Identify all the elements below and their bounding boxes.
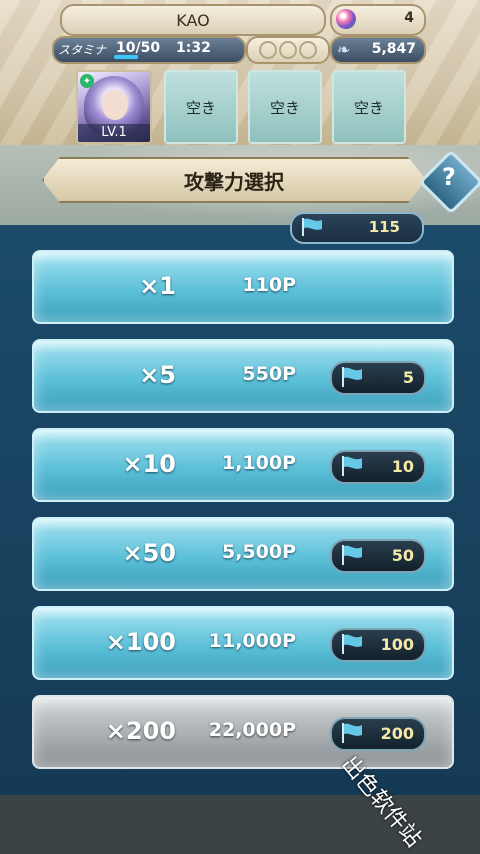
flag-cost-value: 200 — [380, 724, 414, 743]
flag-total-badge: 115 — [290, 212, 424, 244]
multiplier-label: ×5 — [139, 361, 176, 389]
status-header: KAO 4 スタミナ 10/50 1:32 ❧ 5,847 ✦ LV.1 空き … — [0, 0, 480, 148]
stamina-fill — [114, 55, 138, 59]
flag-cost-pill: 50 — [330, 539, 426, 573]
flag-cost-value: 5 — [402, 368, 414, 387]
attack-option-row[interactable]: ×5 550P 5 — [32, 339, 454, 413]
multiplier-label: ×200 — [105, 717, 176, 745]
flag-icon — [342, 634, 362, 654]
multiplier-label: ×10 — [122, 450, 176, 478]
dueling-crest-slots — [246, 36, 330, 64]
hero-portrait[interactable]: ✦ LV.1 — [76, 70, 152, 144]
cost-label: 11,000P — [208, 630, 296, 652]
feather-counter: ❧ 5,847 — [330, 36, 426, 64]
flag-icon — [342, 367, 362, 387]
flag-total: 115 — [368, 218, 400, 236]
orb-icon — [336, 9, 356, 29]
multiplier-label: ×100 — [105, 628, 176, 656]
flag-cost-value: 100 — [380, 635, 414, 654]
team-slot-3[interactable]: 空き — [248, 70, 322, 144]
orb-count: 4 — [404, 10, 414, 26]
multiplier-label: ×50 — [122, 539, 176, 567]
flag-cost-pill: 200 — [330, 717, 426, 751]
affinity-icon: ✦ — [80, 74, 94, 88]
hero-face — [102, 90, 128, 120]
page-title: 攻撃力選択 — [42, 157, 426, 203]
hero-level: LV.1 — [78, 124, 150, 142]
cost-label: 550P — [242, 363, 296, 385]
flag-icon — [342, 723, 362, 743]
crest-slot — [279, 41, 297, 59]
feather-count: 5,847 — [371, 41, 416, 57]
attack-option-row[interactable]: ×50 5,500P 50 — [32, 517, 454, 591]
flag-icon — [342, 456, 362, 476]
cost-label: 1,100P — [221, 452, 296, 474]
crest-slot — [299, 41, 317, 59]
flag-cost-pill: 100 — [330, 628, 426, 662]
stamina-timer: 1:32 — [176, 40, 211, 56]
team-slot-2[interactable]: 空き — [164, 70, 238, 144]
attack-option-row[interactable]: ×10 1,100P 10 — [32, 428, 454, 502]
stamina-value: 10/50 — [116, 40, 161, 56]
attack-option-row[interactable]: ×200 22,000P 200 — [32, 695, 454, 769]
cost-label: 22,000P — [208, 719, 296, 741]
flag-cost-pill: 5 — [330, 361, 426, 395]
cost-label: 110P — [242, 274, 296, 296]
attack-option-row[interactable]: ×100 11,000P 100 — [32, 606, 454, 680]
flag-cost-pill: 10 — [330, 450, 426, 484]
feather-icon: ❧ — [337, 40, 351, 59]
flag-icon — [342, 545, 362, 565]
attack-option-row[interactable]: ×1 110P — [32, 250, 454, 324]
game-screen: KAO 4 スタミナ 10/50 1:32 ❧ 5,847 ✦ LV.1 空き … — [0, 0, 480, 854]
stamina-bar: スタミナ 10/50 1:32 — [52, 36, 246, 64]
player-name: KAO — [60, 4, 326, 36]
flag-cost-value: 50 — [391, 546, 414, 565]
orb-counter[interactable]: 4 — [330, 4, 426, 36]
stamina-label: スタミナ — [58, 43, 107, 57]
flag-cost-value: 10 — [391, 457, 414, 476]
flag-icon — [302, 218, 322, 236]
crest-slot — [259, 41, 277, 59]
question-icon: ? — [442, 163, 456, 191]
multiplier-label: ×1 — [139, 272, 176, 300]
cost-label: 5,500P — [221, 541, 296, 563]
team-slot-4[interactable]: 空き — [332, 70, 406, 144]
